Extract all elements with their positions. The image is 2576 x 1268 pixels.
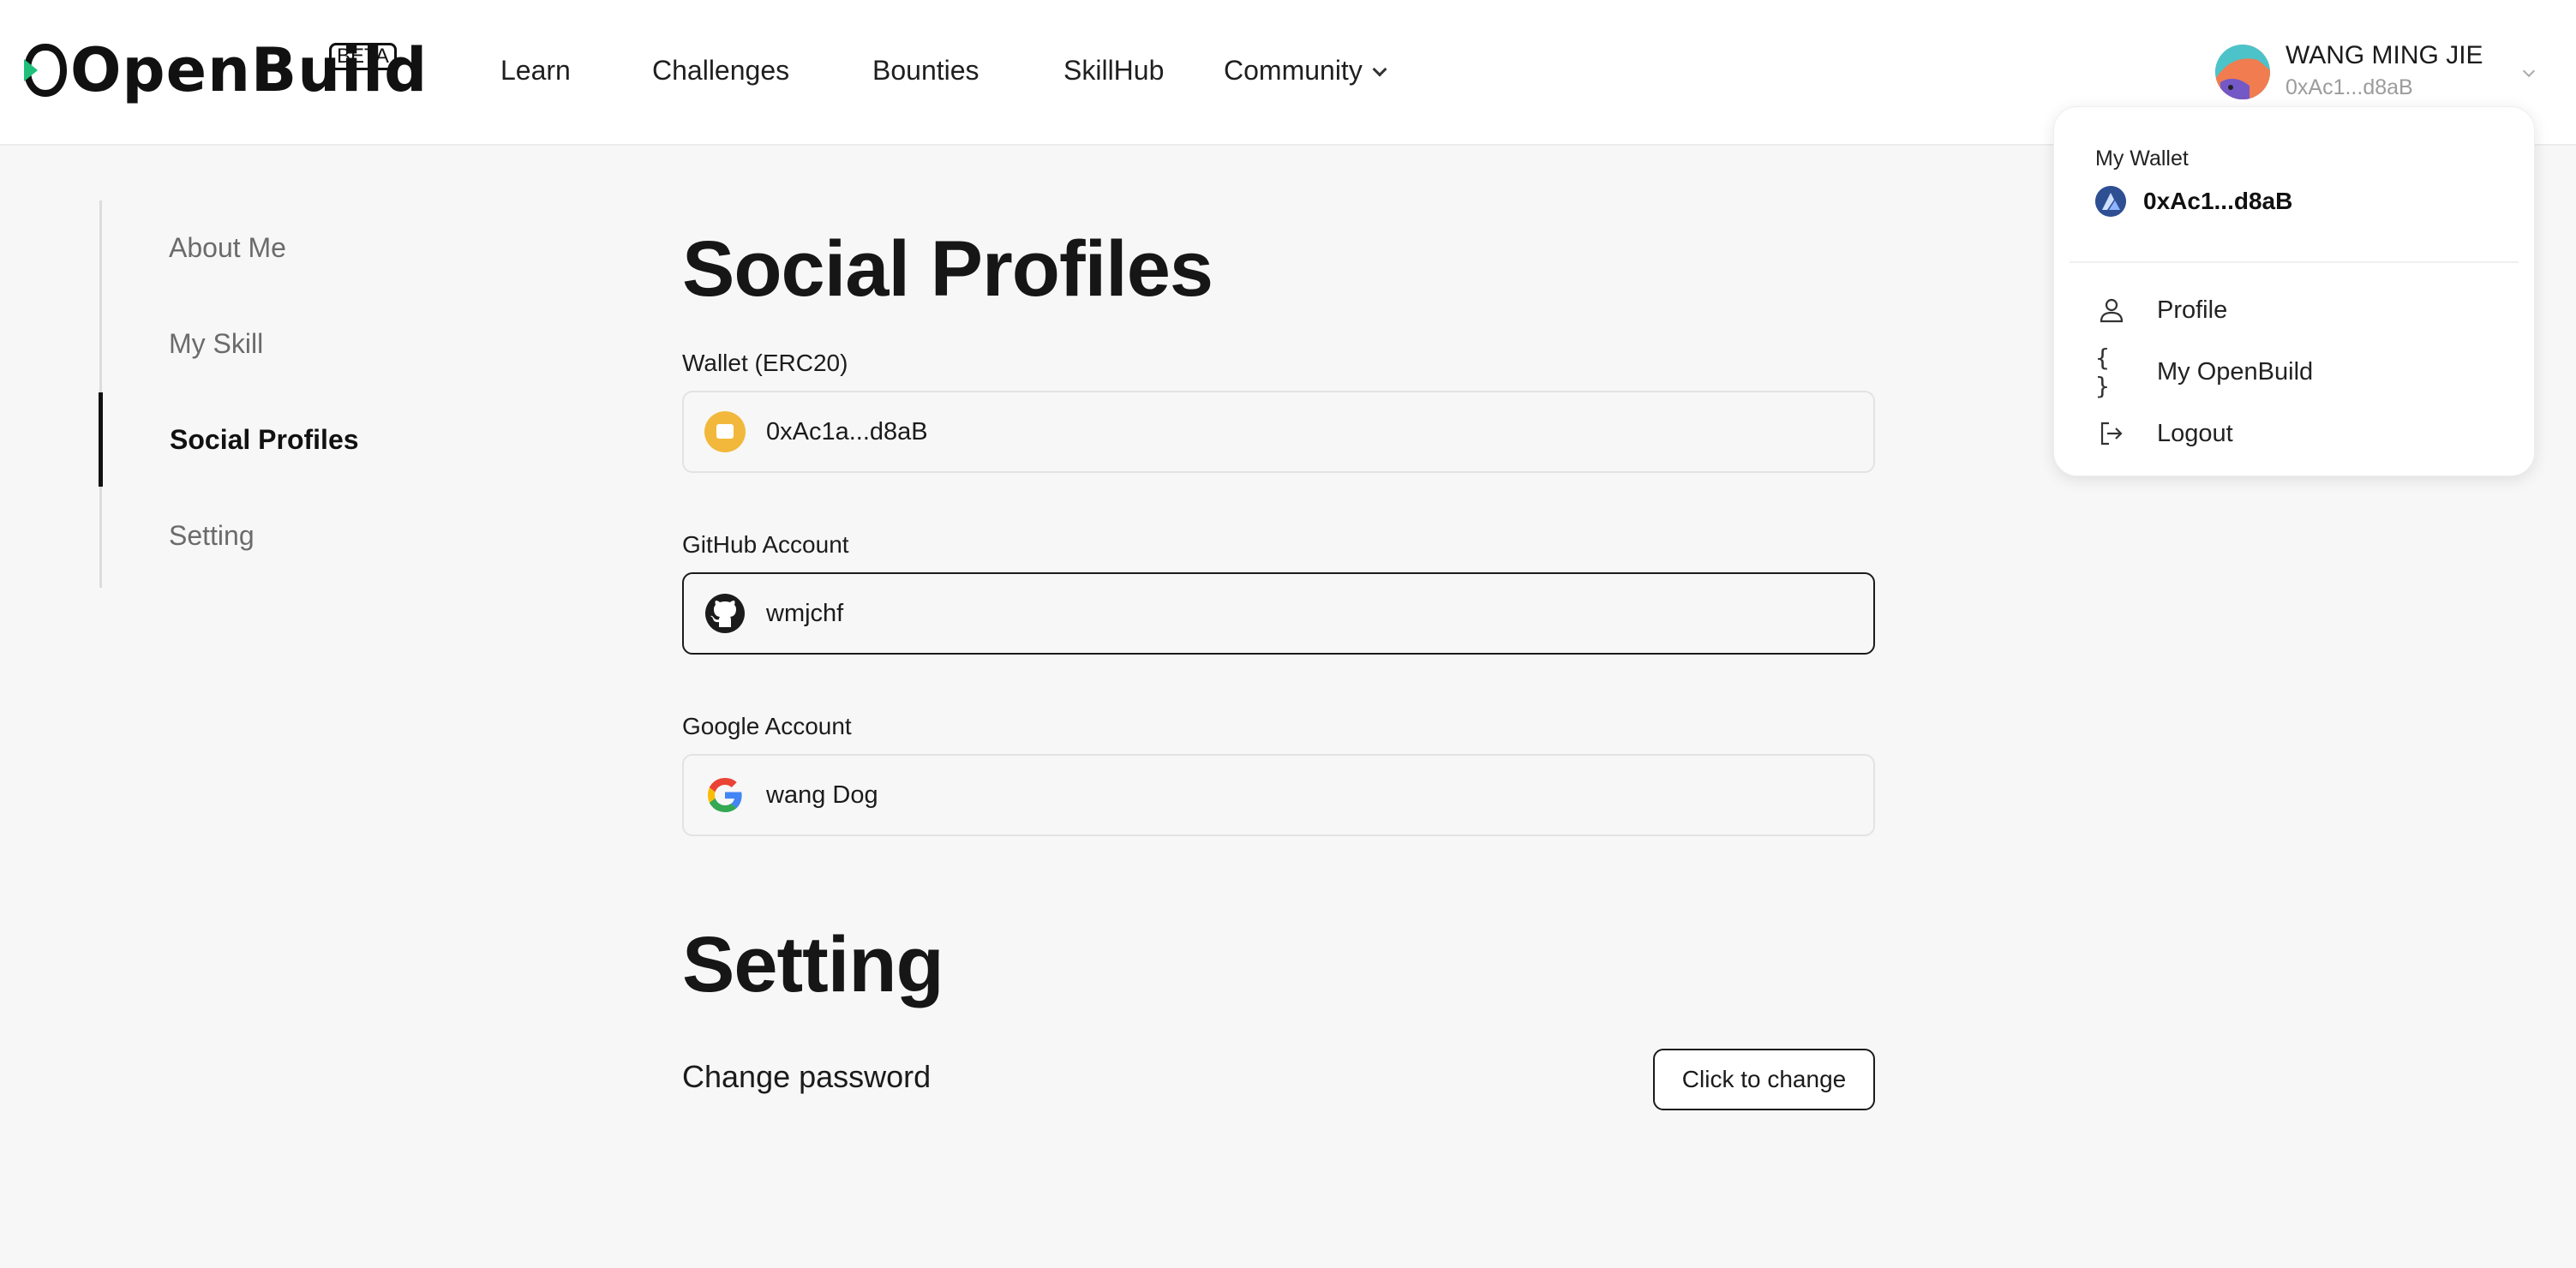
user-icon xyxy=(2095,294,2128,326)
menu-item-profile[interactable]: Profile xyxy=(2095,289,2227,332)
nav-challenges[interactable]: Challenges xyxy=(652,53,789,87)
google-field-label: Google Account xyxy=(682,713,852,739)
wallet-field-label: Wallet (ERC20) xyxy=(682,350,848,376)
sidebar-item-my-skill[interactable]: My Skill xyxy=(102,296,445,391)
user-name: WANG MING JIE xyxy=(2285,41,2483,69)
menu-item-label: Profile xyxy=(2157,296,2228,324)
github-icon xyxy=(704,593,746,634)
menu-item-logout[interactable]: Logout xyxy=(2095,412,2233,455)
chevron-down-icon xyxy=(1372,62,1387,77)
social-profiles-title: Social Profiles xyxy=(682,225,1213,313)
google-field[interactable]: wang Dog xyxy=(682,754,1875,836)
wallet-icon xyxy=(704,411,746,452)
github-field-value: wmjchf xyxy=(766,599,844,627)
user-dropdown-menu: My Wallet 0xAc1...d8aB Profile { } My Op… xyxy=(2053,106,2535,476)
setting-title: Setting xyxy=(682,921,944,1008)
nav-skillhub[interactable]: SkillHub xyxy=(1063,53,1164,87)
menu-item-label: Logout xyxy=(2157,419,2233,447)
avatar xyxy=(2215,45,2270,99)
sidebar-item-social-profiles[interactable]: Social Profiles xyxy=(99,392,441,487)
nav-bounties[interactable]: Bounties xyxy=(872,53,979,87)
wallet-row[interactable]: 0xAc1...d8aB xyxy=(2095,186,2292,217)
nav-learn[interactable]: Learn xyxy=(500,53,571,87)
user-menu-trigger[interactable]: WANG MING JIE 0xAc1...d8aB xyxy=(2215,41,2536,105)
nav-community[interactable]: Community xyxy=(1224,53,1387,87)
menu-item-my-openbuild[interactable]: { } My OpenBuild xyxy=(2095,344,2314,400)
beta-badge: BETA xyxy=(329,43,397,70)
user-address: 0xAc1...d8aB xyxy=(2285,75,2413,99)
github-field[interactable]: wmjchf xyxy=(682,572,1875,655)
github-field-label: GitHub Account xyxy=(682,531,849,558)
nav-community-label: Community xyxy=(1224,55,1363,86)
chevron-down-icon xyxy=(2522,64,2536,78)
logout-icon xyxy=(2095,417,2128,450)
change-password-button[interactable]: Click to change xyxy=(1653,1049,1875,1110)
menu-item-label: My OpenBuild xyxy=(2157,357,2314,386)
braces-icon: { } xyxy=(2095,344,2110,400)
logo-mark-icon xyxy=(24,43,67,98)
wallet-field-value: 0xAc1a...d8aB xyxy=(766,417,928,446)
google-field-value: wang Dog xyxy=(766,781,878,809)
profile-sidebar: About Me My Skill Social Profiles Settin… xyxy=(99,200,442,588)
sidebar-item-setting[interactable]: Setting xyxy=(102,488,445,583)
sidebar-item-about-me[interactable]: About Me xyxy=(102,200,445,295)
wallet-chain-icon xyxy=(2095,186,2126,217)
change-password-label: Change password xyxy=(682,1059,932,1094)
wallet-field[interactable]: 0xAc1a...d8aB xyxy=(682,391,1875,473)
divider xyxy=(2070,261,2519,263)
wallet-label: My Wallet xyxy=(2095,147,2189,170)
google-icon xyxy=(704,775,746,816)
wallet-address: 0xAc1...d8aB xyxy=(2143,188,2293,214)
